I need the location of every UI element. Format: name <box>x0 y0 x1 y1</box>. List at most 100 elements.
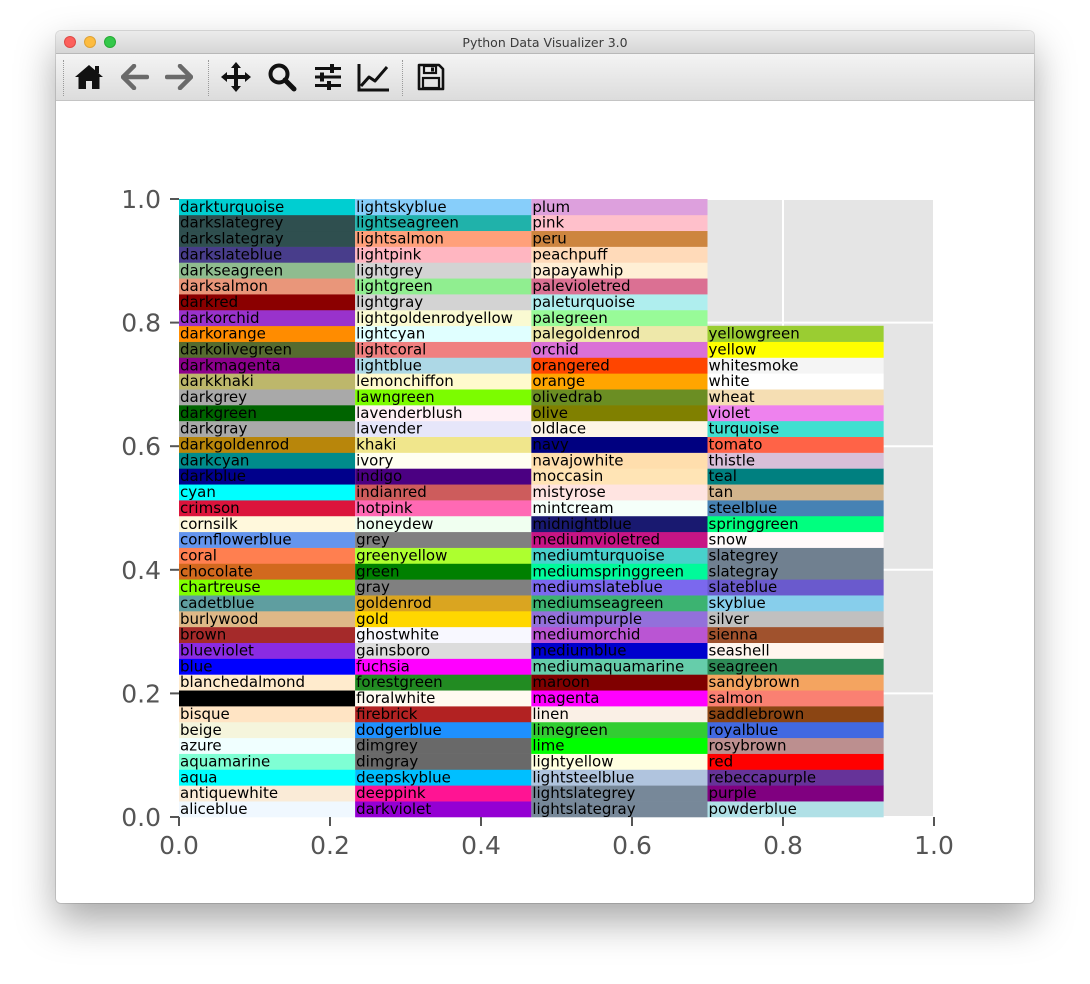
color-label-indigo: indigo <box>356 467 402 485</box>
color-label-darkseagreen: darkseagreen <box>180 261 283 279</box>
color-label-snow: snow <box>709 531 748 549</box>
color-label-palevioletred: palevioletred <box>532 277 630 295</box>
color-label-darkorchid: darkorchid <box>180 309 260 327</box>
color-label-darkkhaki: darkkhaki <box>180 372 254 390</box>
color-label-firebrick: firebrick <box>356 705 418 723</box>
color-label-lightgreen: lightgreen <box>356 277 433 295</box>
color-label-darkgray: darkgray <box>180 420 247 438</box>
color-label-burlywood: burlywood <box>180 610 258 628</box>
color-label-mediumslateblue: mediumslateblue <box>532 578 662 596</box>
color-label-lavender: lavender <box>356 420 423 438</box>
color-label-darkgoldenrod: darkgoldenrod <box>180 436 289 454</box>
color-label-black: black <box>180 689 220 707</box>
color-label-lavenderblush: lavenderblush <box>356 404 462 422</box>
color-label-slategrey: slategrey <box>709 546 779 564</box>
color-label-darkcyan: darkcyan <box>180 451 249 469</box>
color-label-slategray: slategray <box>709 562 779 580</box>
color-label-whitesmoke: whitesmoke <box>709 356 799 374</box>
color-label-mintcream: mintcream <box>532 499 613 517</box>
color-label-silver: silver <box>709 610 750 628</box>
color-label-coral: coral <box>180 546 217 564</box>
x-tick-label: 0.8 <box>763 831 803 860</box>
color-label-blanchedalmond: blanchedalmond <box>180 673 305 691</box>
y-tick-label: 0.4 <box>121 556 161 585</box>
toolbar <box>56 54 1034 101</box>
color-label-lightslategray: lightslategray <box>532 800 635 818</box>
toolbar-separator <box>402 60 403 96</box>
color-label-gainsboro: gainsboro <box>356 642 430 660</box>
window-title: Python Data Visualizer 3.0 <box>462 35 628 50</box>
color-label-darkturquoise: darkturquoise <box>180 198 284 216</box>
color-label-mediumblue: mediumblue <box>532 642 626 660</box>
zoom-button[interactable] <box>265 60 299 94</box>
color-label-thistle: thistle <box>709 451 756 469</box>
pan-icon <box>221 62 251 92</box>
color-label-darksalmon: darksalmon <box>180 277 268 295</box>
subplots-icon <box>315 64 341 90</box>
color-label-limegreen: limegreen <box>532 721 608 739</box>
color-label-darkgreen: darkgreen <box>180 404 257 422</box>
pan-button[interactable] <box>219 60 253 94</box>
home-button[interactable] <box>72 60 106 94</box>
color-label-lightgrey: lightgrey <box>356 261 423 279</box>
color-label-antiquewhite: antiquewhite <box>180 784 278 802</box>
color-label-maroon: maroon <box>532 673 590 691</box>
y-tick-label: 0.0 <box>121 803 161 832</box>
color-label-aliceblue: aliceblue <box>180 800 247 818</box>
color-label-lightskyblue: lightskyblue <box>356 198 447 216</box>
color-label-lightyellow: lightyellow <box>532 752 613 770</box>
color-label-lime: lime <box>532 737 564 755</box>
color-label-magenta: magenta <box>532 689 599 707</box>
color-label-darkred: darkred <box>180 293 238 311</box>
color-label-lightsalmon: lightsalmon <box>356 230 444 248</box>
color-label-deepskyblue: deepskyblue <box>356 768 451 786</box>
color-label-dodgerblue: dodgerblue <box>356 721 442 739</box>
save-icon <box>417 63 445 91</box>
x-tick-label: 1.0 <box>914 831 954 860</box>
color-label-darkorange: darkorange <box>180 325 266 343</box>
color-label-linen: linen <box>532 705 569 723</box>
color-label-tomato: tomato <box>709 436 763 454</box>
x-tick-label: 0.2 <box>310 831 350 860</box>
color-label-rosybrown: rosybrown <box>709 737 787 755</box>
color-label-sienna: sienna <box>709 626 758 644</box>
save-button[interactable] <box>414 60 448 94</box>
color-label-pink: pink <box>532 214 564 232</box>
color-label-slateblue: slateblue <box>709 578 778 596</box>
toolbar-separator <box>208 60 209 96</box>
color-label-beige: beige <box>180 721 222 739</box>
color-label-floralwhite: floralwhite <box>356 689 435 707</box>
back-button[interactable] <box>118 60 152 94</box>
color-label-mediumseagreen: mediumseagreen <box>532 594 663 612</box>
color-label-mediumspringgreen: mediumspringgreen <box>532 562 684 580</box>
color-label-moccasin: moccasin <box>532 467 603 485</box>
color-label-azure: azure <box>180 737 222 755</box>
color-label-yellowgreen: yellowgreen <box>709 325 800 343</box>
forward-button[interactable] <box>162 60 196 94</box>
color-label-palegreen: palegreen <box>532 309 607 327</box>
color-label-gray: gray <box>356 578 390 596</box>
y-tick-label: 0.6 <box>121 432 161 461</box>
color-label-orangered: orangered <box>532 356 609 374</box>
color-label-ghostwhite: ghostwhite <box>356 626 439 644</box>
color-label-dimgrey: dimgrey <box>356 737 418 755</box>
color-label-palegoldenrod: palegoldenrod <box>532 325 640 343</box>
color-label-violet: violet <box>709 404 751 422</box>
figure-canvas[interactable]: aliceblue antiquewhite aqua aquamarine azure… <box>56 101 1034 903</box>
color-label-peru: peru <box>532 230 566 248</box>
color-label-lightpink: lightpink <box>356 245 421 263</box>
color-label-dimgray: dimgray <box>356 752 418 770</box>
zoom-icon <box>268 63 297 92</box>
color-label-seashell: seashell <box>709 642 770 660</box>
color-label-hotpink: hotpink <box>356 499 413 517</box>
color-label-darkgrey: darkgrey <box>180 388 247 406</box>
customize-button[interactable] <box>357 60 391 94</box>
customize-icon <box>357 64 389 92</box>
home-icon <box>75 65 103 89</box>
color-label-lightsteelblue: lightsteelblue <box>532 768 634 786</box>
forward-icon <box>165 64 193 90</box>
color-label-greenyellow: greenyellow <box>356 546 447 564</box>
color-label-navy: navy <box>532 436 569 454</box>
subplots-button[interactable] <box>311 60 345 94</box>
color-label-midnightblue: midnightblue <box>532 515 631 533</box>
